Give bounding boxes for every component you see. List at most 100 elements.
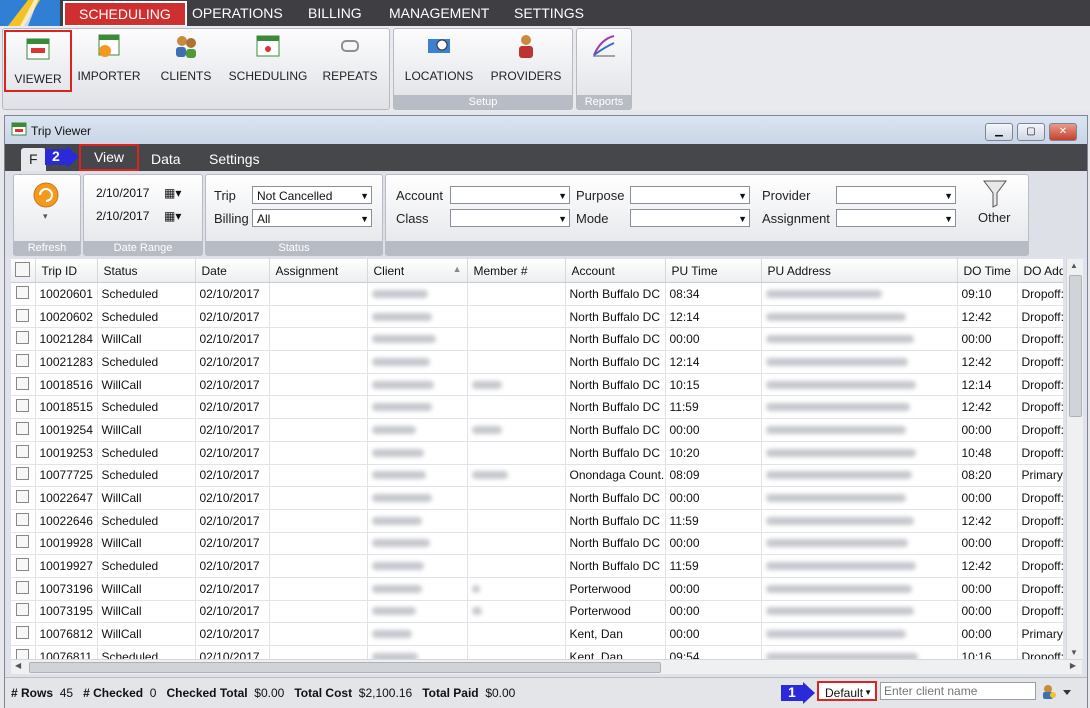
col-client[interactable]: Client ▲ [367,259,468,283]
row-checkbox-box[interactable] [16,285,29,299]
menu-billing[interactable]: BILLING [294,0,376,26]
row-checkbox[interactable] [11,418,36,442]
table-row[interactable]: 10022646 Scheduled 02/10/2017 North Buffalo… [11,509,1063,533]
table-row[interactable]: 10021284 WillCall 02/10/2017 North Buffalo … [11,327,1063,352]
row-checkbox[interactable] [11,282,36,306]
row-checkbox[interactable] [11,622,36,646]
menu-scheduling[interactable]: SCHEDULING [63,1,187,27]
col-assignment[interactable]: Assignment [269,259,368,283]
row-checkbox[interactable] [11,645,36,659]
mode-select[interactable]: ▼ [630,209,750,227]
row-checkbox-box[interactable] [16,331,29,345]
class-select[interactable]: ▼ [450,209,570,227]
client-search-input[interactable] [880,682,1036,700]
row-checkbox[interactable] [11,373,36,397]
table-row[interactable]: 10018516 WillCall 02/10/2017 North Buffalo … [11,373,1063,397]
table-row[interactable]: 10019927 Scheduled 02/10/2017 North Buffalo… [11,554,1063,578]
date-from-picker[interactable]: 2/10/2017 ▦▾ [92,184,190,202]
row-checkbox-box[interactable] [16,580,29,594]
importer-button[interactable]: IMPORTER [75,33,143,83]
table-row[interactable]: 10022647 WillCall 02/10/2017 North Buffalo … [11,486,1063,510]
purpose-select[interactable]: ▼ [630,186,750,204]
col-account[interactable]: Account [565,259,666,283]
billing-select[interactable]: All ▼ [252,209,372,227]
vertical-scrollbar[interactable]: ▲ ▼ [1066,259,1083,659]
provider-select[interactable]: ▼ [836,186,956,204]
table-row[interactable]: 10076811 Scheduled 02/10/2017 Kent, Dan 09:5… [11,645,1063,659]
tab-data[interactable]: Data [143,148,189,171]
row-checkbox[interactable] [11,441,36,465]
minimize-button[interactable]: ▁ [985,123,1013,141]
row-checkbox-box[interactable] [16,648,29,659]
menu-operations[interactable]: OPERATIONS [178,0,297,26]
row-checkbox-box[interactable] [16,512,29,526]
trip-select[interactable]: Not Cancelled ▼ [252,186,372,204]
row-checkbox-box[interactable] [16,444,29,458]
table-row[interactable]: 10019254 WillCall 02/10/2017 North Buffalo … [11,418,1063,442]
scroll-right-icon[interactable]: ▶ [1070,661,1076,670]
col-do-time[interactable]: DO Time [957,259,1018,283]
table-row[interactable]: 10020602 Scheduled 02/10/2017 North Buffalo… [11,305,1063,329]
row-checkbox[interactable] [11,577,36,601]
col-member-number[interactable]: Member # [467,259,566,283]
row-checkbox[interactable] [11,464,36,488]
row-checkbox-box[interactable] [16,558,29,572]
menu-management[interactable]: MANAGEMENT [375,0,503,26]
table-row[interactable]: 10019928 WillCall 02/10/2017 North Buffalo … [11,532,1063,556]
row-checkbox-box[interactable] [16,467,29,481]
table-row[interactable]: 10018515 Scheduled 02/10/2017 North Buffalo… [11,395,1063,420]
maximize-button[interactable]: ▢ [1017,123,1045,141]
layout-select[interactable]: Default ▼ [817,681,877,701]
row-checkbox-box[interactable] [16,535,29,549]
table-row[interactable]: 10077725 Scheduled 02/10/2017 Onondaga Coun… [11,464,1063,488]
horizontal-scroll-thumb[interactable] [29,662,661,673]
table-row[interactable]: 10073195 WillCall 02/10/2017 Porterwood 00:0… [11,600,1063,624]
refresh-button[interactable]: ▾ [31,181,61,221]
col-status[interactable]: Status [97,259,196,283]
table-row[interactable]: 10020601 Scheduled 02/10/2017 North Buffalo… [11,282,1063,306]
col-pu-address[interactable]: PU Address [761,259,958,283]
table-row[interactable]: 10019253 Scheduled 02/10/2017 North Buffalo… [11,441,1063,465]
row-checkbox[interactable] [11,305,36,329]
table-row[interactable]: 10073196 WillCall 02/10/2017 Porterwood 00:0… [11,577,1063,601]
row-checkbox-box[interactable] [16,399,29,413]
row-checkbox-box[interactable] [16,376,29,390]
col-do-address[interactable]: DO Add [1017,259,1063,283]
row-checkbox-box[interactable] [16,353,29,367]
horizontal-scrollbar[interactable]: ◀ ▶ [11,659,1082,674]
account-select[interactable]: ▼ [450,186,570,204]
repeats-button[interactable]: REPEATS [317,33,383,83]
row-checkbox[interactable] [11,600,36,624]
row-checkbox[interactable] [11,486,36,510]
select-all-checkbox-cell[interactable] [11,259,36,283]
col-pu-time[interactable]: PU Time [665,259,762,283]
row-checkbox-box[interactable] [16,308,29,322]
tab-view[interactable]: View [79,144,139,171]
other-filter-button[interactable]: Other [966,175,1026,237]
client-search-button[interactable] [1041,683,1077,701]
row-checkbox-box[interactable] [16,490,29,504]
scroll-down-icon[interactable]: ▼ [1070,648,1078,657]
scroll-up-icon[interactable]: ▲ [1070,261,1078,270]
date-to-picker[interactable]: 2/10/2017 ▦▾ [92,207,190,225]
table-row[interactable]: 10021283 Scheduled 02/10/2017 North Buffalo… [11,350,1063,374]
row-checkbox[interactable] [11,327,36,352]
row-checkbox-box[interactable] [16,626,29,640]
row-checkbox[interactable] [11,532,36,556]
row-checkbox[interactable] [11,395,36,420]
providers-button[interactable]: PROVIDERS [486,33,566,83]
tab-settings[interactable]: Settings [201,148,268,171]
reports-button[interactable] [589,33,619,59]
scroll-left-icon[interactable]: ◀ [15,661,21,670]
locations-button[interactable]: LOCATIONS [400,33,478,83]
row-checkbox-box[interactable] [16,603,29,617]
close-button[interactable]: ✕ [1049,123,1077,141]
select-all-checkbox[interactable] [15,261,30,277]
row-checkbox[interactable] [11,509,36,533]
row-checkbox-box[interactable] [16,421,29,435]
menu-settings[interactable]: SETTINGS [500,0,598,26]
col-date[interactable]: Date [195,259,270,283]
col-trip-id[interactable]: Trip ID [35,259,98,283]
table-row[interactable]: 10076812 WillCall 02/10/2017 Kent, Dan 00:00… [11,622,1063,646]
clients-button[interactable]: CLIENTS [153,33,219,83]
